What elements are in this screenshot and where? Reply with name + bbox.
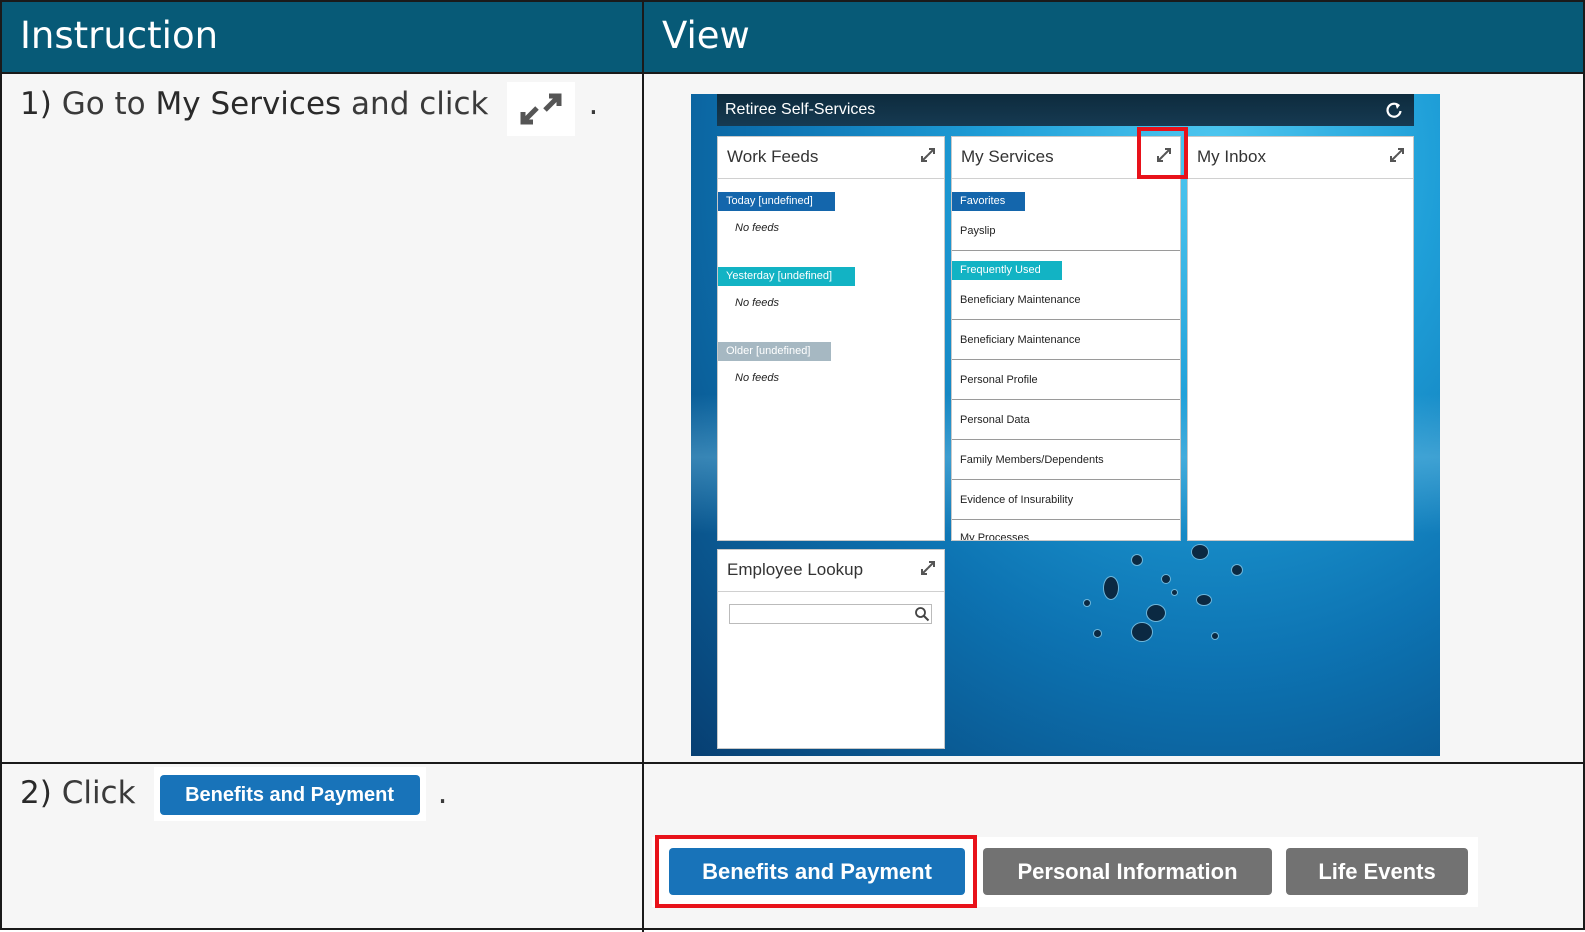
- feed-empty-older: No feeds: [735, 372, 780, 384]
- feed-empty-today: No feeds: [735, 222, 780, 234]
- search-icon[interactable]: [914, 606, 930, 622]
- expand-icon[interactable]: [920, 560, 936, 576]
- water-drop: [1146, 604, 1166, 622]
- refresh-icon[interactable]: [1384, 100, 1404, 120]
- my-inbox-title-text: My Inbox: [1197, 147, 1266, 166]
- instruction-table: Instruction View 1) Go to My Services an…: [0, 0, 1585, 932]
- highlight-box: [655, 835, 977, 908]
- water-drop: [1131, 554, 1143, 566]
- expand-arrows-icon: [506, 82, 575, 136]
- benefits-and-payment-sample: Benefits and Payment: [159, 775, 420, 815]
- water-drop: [1171, 589, 1178, 596]
- row-divider-header: [2, 72, 1585, 74]
- employee-lookup-title: Employee Lookup: [718, 550, 944, 592]
- water-drop: [1211, 632, 1219, 640]
- column-divider: [642, 2, 644, 932]
- employee-lookup-title-text: Employee Lookup: [727, 560, 864, 579]
- work-feeds-title: Work Feeds: [718, 137, 944, 179]
- step2-button-sample: Benefits and Payment: [153, 767, 426, 821]
- step2-period: .: [437, 775, 448, 811]
- feed-group-yesterday: Yesterday [undefined]: [718, 267, 855, 286]
- water-drop: [1161, 574, 1171, 584]
- step2-text-before: Click: [61, 775, 136, 811]
- water-drop: [1131, 622, 1153, 642]
- employee-lookup-panel: Employee Lookup: [717, 549, 945, 749]
- highlight-box: [1137, 127, 1188, 179]
- service-item[interactable]: My Processes: [952, 520, 1180, 540]
- my-inbox-panel: My Inbox: [1187, 136, 1414, 541]
- step1-text-before: Go to: [61, 86, 146, 122]
- water-drop: [1191, 544, 1209, 560]
- service-item[interactable]: Evidence of Insurability: [952, 480, 1180, 520]
- service-item[interactable]: Personal Data: [952, 400, 1180, 440]
- step1-emphasis: My Services: [155, 86, 342, 122]
- service-item[interactable]: Beneficiary Maintenance: [952, 280, 1180, 320]
- personal-information-button[interactable]: Personal Information: [983, 848, 1272, 895]
- work-feeds-panel: Work Feeds Today [undefined] No feeds Ye…: [717, 136, 945, 541]
- water-drop: [1196, 594, 1212, 606]
- portal-title: Retiree Self-Services: [725, 101, 876, 118]
- step1-instruction: 1) Go to My Services and click .: [20, 82, 599, 136]
- water-drop: [1093, 629, 1102, 638]
- service-item[interactable]: Payslip: [952, 211, 1180, 251]
- feed-group-older: Older [undefined]: [718, 342, 831, 361]
- step1-text-after: and click: [351, 86, 489, 122]
- header-instruction: Instruction: [2, 2, 642, 72]
- my-services-panel: My Services Favorites Payslip Frequently…: [951, 136, 1181, 541]
- step2-number: 2): [20, 775, 52, 811]
- feed-empty-yesterday: No feeds: [735, 297, 780, 309]
- step2-instruction: 2) Click Benefits and Payment .: [20, 767, 448, 821]
- services-favorites-label: Favorites: [952, 192, 1025, 211]
- life-events-button[interactable]: Life Events: [1286, 848, 1468, 895]
- water-drop: [1103, 576, 1119, 600]
- feed-group-today: Today [undefined]: [718, 192, 835, 211]
- services-frequent-label: Frequently Used: [952, 261, 1062, 280]
- portal-screenshot: Retiree Self-Services Work Feeds Today […: [691, 94, 1440, 756]
- work-feeds-title-text: Work Feeds: [727, 147, 819, 166]
- water-drop: [1231, 564, 1243, 576]
- portal-title-bar: Retiree Self-Services: [717, 94, 1414, 126]
- expand-icon[interactable]: [1389, 147, 1405, 163]
- row-divider-step: [2, 762, 1585, 764]
- service-item[interactable]: Beneficiary Maintenance: [952, 320, 1180, 360]
- step1-number: 1): [20, 86, 52, 122]
- service-item[interactable]: Family Members/Dependents: [952, 440, 1180, 480]
- expand-icon[interactable]: [920, 147, 936, 163]
- water-drop: [1083, 599, 1091, 607]
- my-services-title-text: My Services: [961, 147, 1054, 166]
- service-item[interactable]: Personal Profile: [952, 360, 1180, 400]
- employee-search-input[interactable]: [729, 604, 932, 624]
- my-inbox-title: My Inbox: [1188, 137, 1413, 179]
- header-view: View: [644, 2, 1583, 72]
- step1-period: .: [588, 86, 599, 122]
